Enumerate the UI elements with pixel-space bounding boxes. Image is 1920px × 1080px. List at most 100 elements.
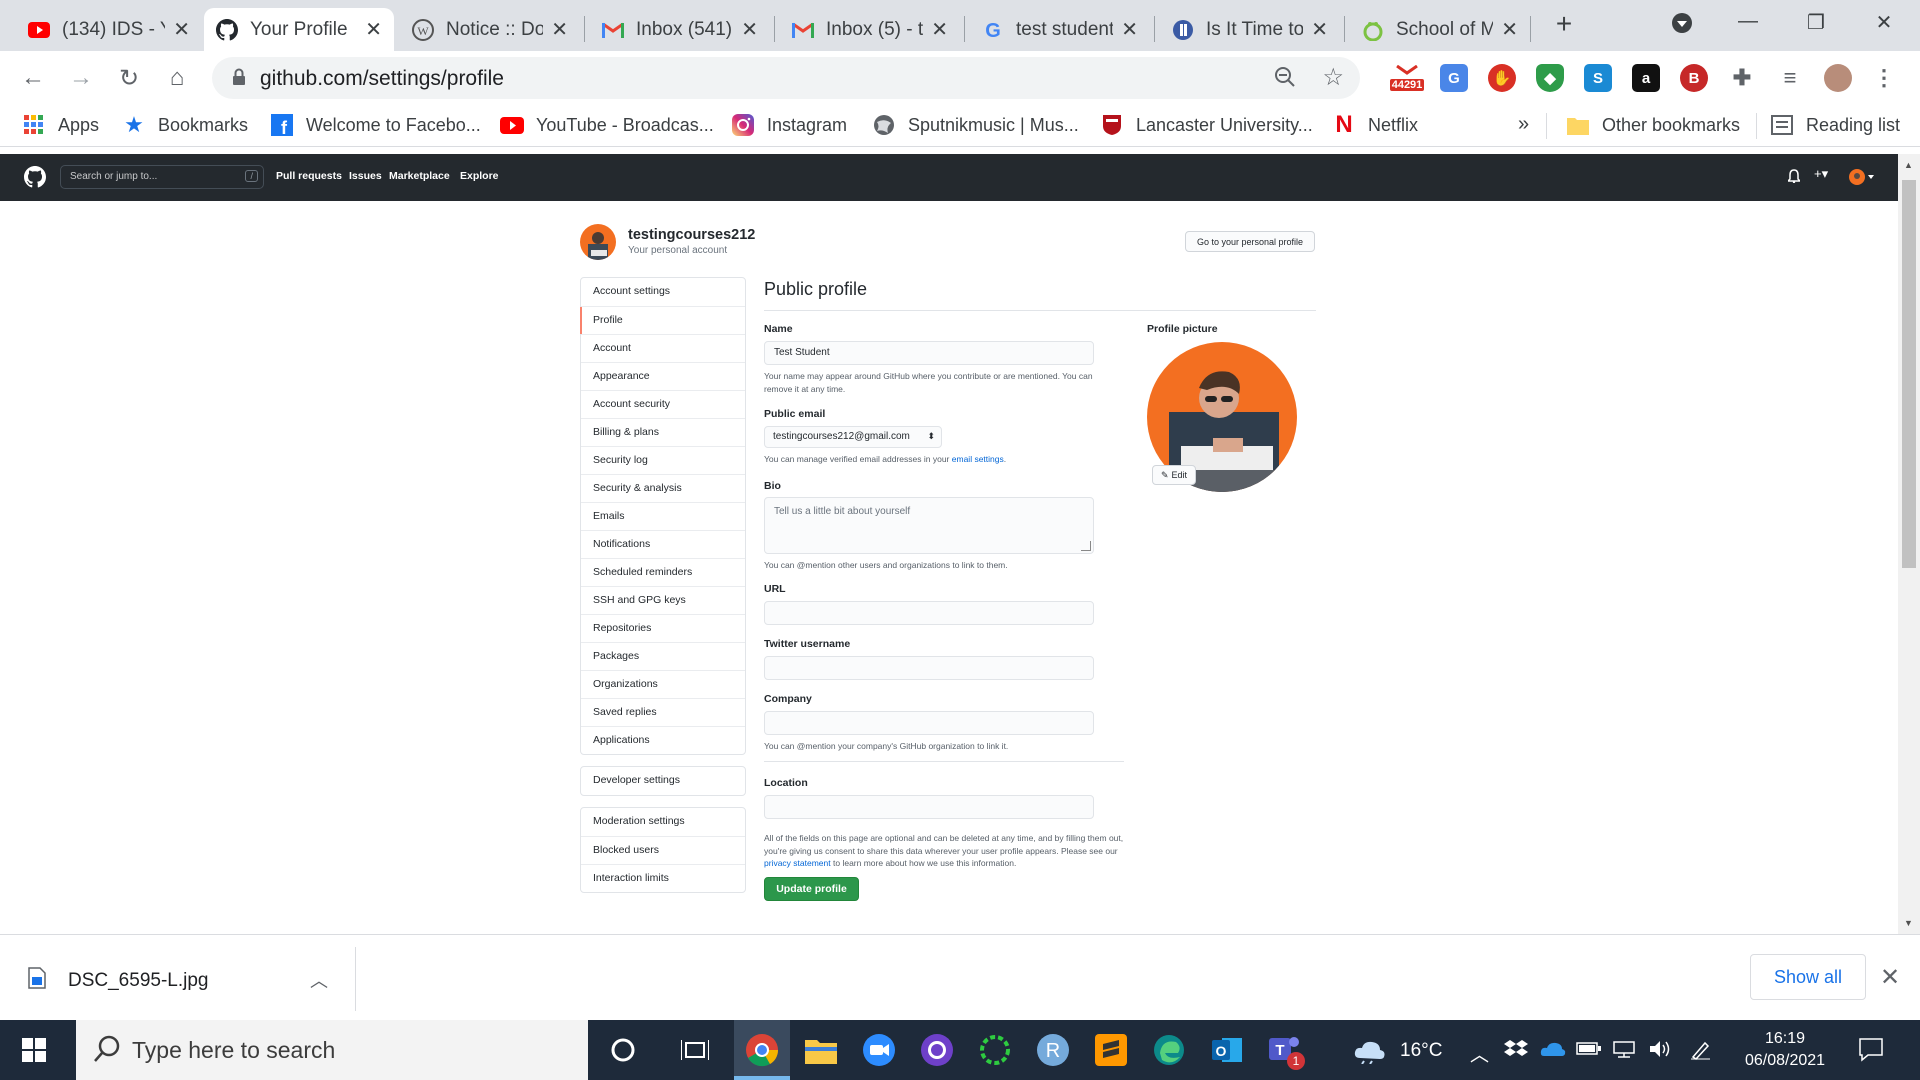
bookmark-lancaster[interactable]: Lancaster University...: [1100, 113, 1313, 137]
media-control-icon[interactable]: ≡: [1776, 64, 1804, 92]
browser-tab[interactable]: Is It Time to ✕: [1160, 8, 1340, 51]
tray-chevron-up-icon[interactable]: ︿: [1470, 1040, 1489, 1067]
close-icon[interactable]: ✕: [1311, 17, 1328, 42]
nav-explore[interactable]: Explore: [460, 170, 499, 182]
browser-tab[interactable]: School of M ✕: [1350, 8, 1530, 51]
adblock-extension-icon[interactable]: ✋: [1488, 64, 1516, 92]
close-icon[interactable]: ✕: [1501, 17, 1518, 42]
user-avatar-dropdown[interactable]: [1848, 168, 1874, 189]
sidebar-item-saved-replies[interactable]: Saved replies: [581, 698, 745, 726]
go-to-personal-profile-button[interactable]: Go to your personal profile: [1185, 231, 1315, 252]
nav-pull-requests[interactable]: Pull requests: [276, 170, 342, 182]
sidebar-item-security-analysis[interactable]: Security & analysis: [581, 474, 745, 502]
close-icon[interactable]: ✕: [1121, 17, 1138, 42]
onedrive-icon[interactable]: [1540, 1040, 1566, 1062]
bookmark-bookmarks[interactable]: ★ Bookmarks: [122, 112, 248, 137]
bookmark-youtube[interactable]: YouTube - Broadcas...: [500, 113, 714, 137]
scroll-down-arrow-icon[interactable]: ▼: [1904, 918, 1913, 928]
sidebar-item-repositories[interactable]: Repositories: [581, 614, 745, 642]
chrome-icon[interactable]: [744, 1032, 780, 1068]
minimize-button[interactable]: —: [1720, 10, 1776, 33]
bookmark-instagram[interactable]: Instagram: [731, 113, 847, 137]
location-field[interactable]: [764, 795, 1094, 819]
pen-workspace-icon[interactable]: [1690, 1038, 1712, 1066]
sidebar-item-billing[interactable]: Billing & plans: [581, 418, 745, 446]
browser-tab[interactable]: Inbox (5) - t ✕: [780, 8, 960, 51]
weather-temperature[interactable]: 16°C: [1400, 1040, 1442, 1062]
download-item[interactable]: DSC_6595-L.jpg: [28, 967, 208, 995]
zoom-icon[interactable]: [1274, 66, 1296, 93]
address-bar[interactable]: github.com/settings/profile ☆: [212, 57, 1360, 99]
sidebar-item-account[interactable]: Account: [581, 334, 745, 362]
name-field[interactable]: Test Student: [764, 341, 1094, 365]
browser-tab[interactable]: G test student ✕: [970, 8, 1150, 51]
spinner-app-icon[interactable]: [977, 1032, 1013, 1068]
email-settings-link[interactable]: email settings: [952, 454, 1004, 464]
restore-button[interactable]: ❐: [1788, 10, 1844, 35]
resize-grip-icon[interactable]: [1081, 541, 1091, 551]
bookmark-netflix[interactable]: N Netflix: [1332, 111, 1418, 138]
translate-extension-icon[interactable]: G: [1440, 64, 1468, 92]
r-app-icon[interactable]: R: [1035, 1032, 1071, 1068]
s-extension-icon[interactable]: S: [1584, 64, 1612, 92]
browser-tab[interactable]: W Notice :: Do ✕: [400, 8, 580, 51]
gmail-checker-extension[interactable]: 44291: [1386, 64, 1428, 92]
taskbar-search-box[interactable]: Type here to search: [76, 1020, 588, 1080]
sidebar-item-emails[interactable]: Emails: [581, 502, 745, 530]
close-icon[interactable]: ✕: [173, 17, 190, 42]
sidebar-item-scheduled-reminders[interactable]: Scheduled reminders: [581, 558, 745, 586]
edit-profile-picture-button[interactable]: ✎ Edit: [1152, 465, 1196, 485]
network-icon[interactable]: [1612, 1040, 1636, 1064]
new-tab-button[interactable]: +: [1536, 8, 1592, 40]
sidebar-item-security-log[interactable]: Security log: [581, 446, 745, 474]
sidebar-item-developer-settings[interactable]: Developer settings: [581, 767, 745, 795]
url-field[interactable]: [764, 601, 1094, 625]
reading-list-button[interactable]: Reading list: [1770, 113, 1900, 137]
bookmark-star-icon[interactable]: ☆: [1322, 63, 1344, 92]
url-text[interactable]: github.com/settings/profile: [260, 67, 504, 91]
account-avatar[interactable]: [580, 224, 616, 260]
chevron-up-icon[interactable]: ︿: [310, 967, 328, 993]
close-icon[interactable]: ✕: [551, 17, 568, 42]
file-explorer-icon[interactable]: [803, 1032, 839, 1068]
update-profile-button[interactable]: Update profile: [764, 877, 859, 901]
sidebar-item-organizations[interactable]: Organizations: [581, 670, 745, 698]
create-new-dropdown-icon[interactable]: +▾: [1814, 166, 1828, 182]
account-username[interactable]: testingcourses212: [628, 227, 755, 243]
lock-icon[interactable]: [232, 68, 246, 91]
bookmarks-overflow-button[interactable]: »: [1518, 113, 1529, 136]
browser-tab[interactable]: (134) IDS - Y ✕: [16, 8, 202, 51]
outlook-icon[interactable]: O: [1209, 1032, 1245, 1068]
bookmark-other[interactable]: Other bookmarks: [1566, 113, 1740, 137]
cortana-icon[interactable]: [605, 1032, 641, 1068]
public-email-select[interactable]: testingcourses212@gmail.com ⬍: [764, 426, 942, 448]
sublime-text-icon[interactable]: [1093, 1032, 1129, 1068]
home-button[interactable]: ⌂: [162, 63, 192, 93]
github-desktop-icon[interactable]: [919, 1032, 955, 1068]
edge-icon[interactable]: [1151, 1032, 1187, 1068]
zoom-app-icon[interactable]: [861, 1032, 897, 1068]
back-button[interactable]: ←: [18, 63, 48, 93]
volume-icon[interactable]: [1648, 1038, 1672, 1066]
extensions-puzzle-icon[interactable]: ✚: [1728, 64, 1756, 92]
privacy-statement-link[interactable]: privacy statement: [764, 858, 831, 868]
scrollbar-thumb[interactable]: [1902, 180, 1916, 568]
nav-issues[interactable]: Issues: [349, 170, 382, 182]
sidebar-item-applications[interactable]: Applications: [581, 726, 745, 754]
scroll-up-arrow-icon[interactable]: ▲: [1904, 160, 1913, 170]
show-all-downloads-button[interactable]: Show all: [1750, 954, 1866, 1000]
sidebar-item-notifications[interactable]: Notifications: [581, 530, 745, 558]
tab-search-button[interactable]: [1654, 12, 1710, 40]
bio-textarea[interactable]: Tell us a little bit about yourself: [764, 497, 1094, 554]
close-icon[interactable]: ✕: [931, 17, 948, 42]
task-view-icon[interactable]: [677, 1032, 713, 1068]
page-scrollbar[interactable]: ▲ ▼: [1898, 154, 1920, 934]
sidebar-item-appearance[interactable]: Appearance: [581, 362, 745, 390]
battery-icon[interactable]: [1576, 1040, 1602, 1062]
close-icon[interactable]: ✕: [741, 17, 758, 42]
github-logo-icon[interactable]: [24, 166, 46, 193]
bookmark-apps[interactable]: Apps: [22, 113, 99, 137]
browser-tab[interactable]: Inbox (541) ✕: [590, 8, 770, 51]
twitter-username-field[interactable]: [764, 656, 1094, 680]
windows-start-icon[interactable]: [22, 1038, 46, 1067]
